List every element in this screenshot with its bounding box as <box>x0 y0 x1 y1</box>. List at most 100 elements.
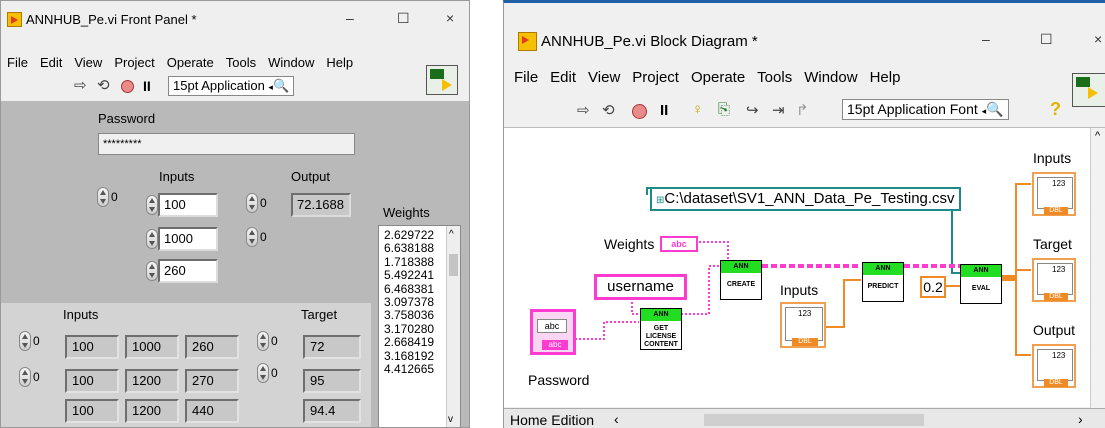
eval-subvi[interactable]: ANN EVAL <box>960 264 1002 304</box>
target-terminal[interactable]: 123 DBL <box>1032 258 1076 302</box>
username-constant[interactable]: username <box>594 274 687 300</box>
step-over-icon[interactable]: ⇥ <box>772 101 785 119</box>
inputs-value-box[interactable]: 1000 <box>158 227 218 251</box>
menu-view[interactable]: View <box>74 55 102 70</box>
subvi-header: ANN <box>641 309 681 321</box>
vertical-scrollbar[interactable]: ^ <box>1090 128 1105 408</box>
menu-help[interactable]: Help <box>326 55 353 70</box>
scroll-right-icon[interactable]: › <box>1078 411 1083 427</box>
target-array-label: Target <box>301 307 338 322</box>
block-diagram-menubar: File Edit View Project Operate Tools Win… <box>514 69 912 86</box>
run-arrow-icon[interactable]: ⇨ <box>577 101 590 119</box>
close-button[interactable]: × <box>1094 31 1102 47</box>
password-string-tag: abc <box>537 319 567 333</box>
step-out-icon[interactable]: ↱ <box>796 101 809 119</box>
abort-icon[interactable] <box>121 80 134 93</box>
scroll-left-icon[interactable]: ‹ <box>614 411 619 427</box>
output-index-control[interactable]: 0 <box>246 193 270 213</box>
menu-project[interactable]: Project <box>632 69 679 86</box>
target-row-index-1[interactable]: 0 <box>257 331 281 351</box>
block-diagram-titlebar[interactable]: ANNHUB_Pe.vi Block Diagram * <box>518 27 758 55</box>
numeric-constant[interactable]: 0.2 <box>920 276 946 298</box>
menu-tools[interactable]: Tools <box>226 55 256 70</box>
subvi-header: ANN <box>863 263 903 275</box>
inputs-output-terminal[interactable]: 123 DBL <box>1032 172 1076 216</box>
inputs-value-1[interactable]: 100 <box>146 193 218 217</box>
font-selector[interactable]: 15pt Application ◂🔍 <box>168 76 295 96</box>
inputs-array-row-index-1[interactable]: 0 <box>19 331 43 351</box>
weights-array[interactable]: 2.629722 6.638188 1.718388 5.492241 6.46… <box>378 225 461 427</box>
menu-operate[interactable]: Operate <box>167 55 214 70</box>
index-spinner[interactable] <box>257 363 269 383</box>
inputs-array-row-index-2[interactable]: 0 <box>19 367 43 387</box>
minimize-button[interactable]: – <box>346 10 354 26</box>
retain-wire-values-icon[interactable]: ⎘ <box>718 101 730 118</box>
value-spinner[interactable] <box>146 261 158 281</box>
menu-window[interactable]: Window <box>268 55 314 70</box>
run-continuously-icon[interactable]: ⟲ <box>97 76 110 94</box>
maximize-button[interactable]: ☐ <box>1040 31 1053 48</box>
index-spinner[interactable] <box>19 367 31 387</box>
scroll-up-icon[interactable]: ^ <box>1095 130 1100 142</box>
index-spinner[interactable] <box>19 331 31 351</box>
output-terminal[interactable]: 123 DBL <box>1032 344 1076 388</box>
password-field[interactable]: ********* <box>98 133 355 155</box>
scroll-up-icon[interactable]: ^ <box>449 228 454 241</box>
menu-file[interactable]: File <box>7 55 28 70</box>
weights-terminal[interactable]: abc <box>660 236 698 252</box>
menu-edit[interactable]: Edit <box>40 55 62 70</box>
index-spinner[interactable] <box>257 331 269 351</box>
horizontal-scroll-thumb[interactable] <box>704 414 924 426</box>
menu-tools[interactable]: Tools <box>757 69 792 86</box>
inputs-index-control[interactable]: 0 <box>97 187 121 207</box>
inputs-value-2[interactable]: 1000 <box>146 227 218 251</box>
inputs-value-3[interactable]: 260 <box>146 259 218 283</box>
index-spinner[interactable] <box>97 187 109 207</box>
search-icon[interactable]: 🔍 <box>986 101 1003 117</box>
file-path-constant[interactable]: ⊞C:\dataset\SV1_ANN_Data_Pe_Testing.csv <box>650 187 961 211</box>
index-spinner[interactable] <box>246 227 258 247</box>
pause-icon[interactable]: II <box>143 78 151 94</box>
vi-connector-icon <box>1072 73 1105 107</box>
step-into-icon[interactable]: ↪ <box>746 101 759 119</box>
font-selector[interactable]: 15pt Application Font ◂🔍 <box>842 99 1009 120</box>
scroll-thumb[interactable] <box>449 254 458 276</box>
menu-window[interactable]: Window <box>804 69 857 86</box>
inputs-cell: 100 <box>65 369 119 393</box>
run-continuously-icon[interactable]: ⟲ <box>602 101 615 119</box>
value-spinner[interactable] <box>146 195 158 215</box>
inputs-value-box[interactable]: 100 <box>158 193 218 217</box>
password-terminal[interactable]: abc abc <box>530 309 576 355</box>
inputs-control-label: Inputs <box>159 169 195 184</box>
maximize-button[interactable]: ☐ <box>397 10 410 27</box>
scroll-down-icon[interactable]: v <box>448 413 453 426</box>
menu-file[interactable]: File <box>514 69 538 86</box>
search-icon[interactable]: 🔍 <box>273 78 289 93</box>
inputs-terminal[interactable]: 123 DBL <box>780 302 826 348</box>
pause-icon[interactable]: II <box>660 102 668 119</box>
terminal-number-tag: 123 <box>1052 179 1066 188</box>
menu-edit[interactable]: Edit <box>550 69 576 86</box>
target-row-index-2[interactable]: 0 <box>257 363 281 383</box>
output-index-control-2[interactable]: 0 <box>246 227 270 247</box>
predict-subvi[interactable]: ANN PREDICT <box>862 262 904 302</box>
help-icon[interactable]: ? <box>1050 99 1061 120</box>
menu-help[interactable]: Help <box>870 69 901 86</box>
run-arrow-icon[interactable]: ⇨ <box>74 76 87 94</box>
index-spinner[interactable] <box>246 193 258 213</box>
output-index-value-2: 0 <box>260 230 267 244</box>
inputs-value-box[interactable]: 260 <box>158 259 218 283</box>
weights-scrollbar[interactable]: ^ v <box>446 226 460 427</box>
font-selector-label: 15pt Application <box>173 78 265 93</box>
menu-project[interactable]: Project <box>114 55 154 70</box>
highlight-execution-icon[interactable]: ♀ <box>692 101 703 118</box>
menu-view[interactable]: View <box>588 69 620 86</box>
menu-operate[interactable]: Operate <box>691 69 745 86</box>
weights-label: Weights <box>383 205 430 220</box>
get-license-subvi[interactable]: ANN GET LICENSE CONTENT <box>640 308 682 350</box>
create-subvi[interactable]: ANN CREATE <box>720 260 762 300</box>
abort-icon[interactable] <box>632 104 647 119</box>
close-button[interactable]: × <box>446 10 454 26</box>
value-spinner[interactable] <box>146 229 158 249</box>
minimize-button[interactable]: – <box>982 31 990 47</box>
